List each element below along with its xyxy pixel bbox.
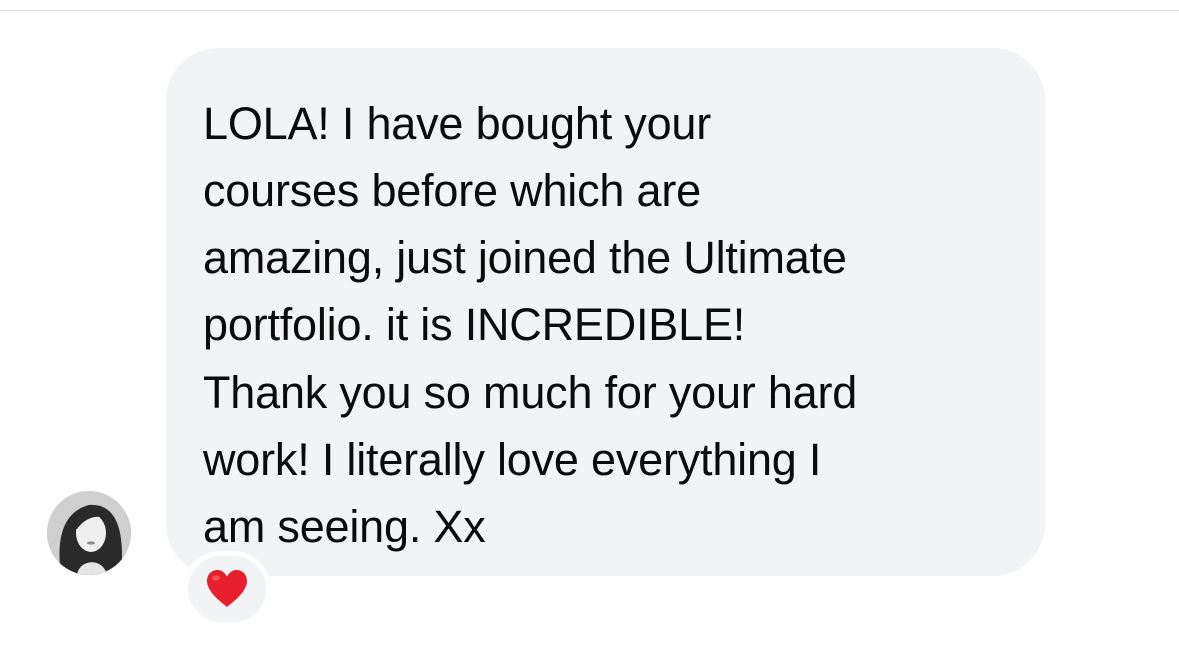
message-line: courses before which are <box>203 165 701 216</box>
message-bubble[interactable]: LOLA! I have bought your courses before … <box>166 48 1045 576</box>
message-line: LOLA! I have bought your <box>203 98 712 149</box>
message-line: Thank you so much for your hard <box>203 367 858 418</box>
message-paragraph-2: Thank you so much for your hard work! I … <box>203 359 1005 560</box>
message-line: portfolio. it is INCREDIBLE! <box>203 299 746 350</box>
message-paragraph-1: LOLA! I have bought your courses before … <box>203 90 1005 358</box>
message-line: am seeing. Xx <box>203 501 486 552</box>
top-divider <box>0 10 1179 11</box>
reaction-badge[interactable] <box>183 551 271 627</box>
message-line: work! I literally love everything I <box>203 434 822 485</box>
sender-avatar[interactable] <box>47 491 131 575</box>
avatar-photo-icon <box>47 491 131 575</box>
message-line: amazing, just joined the Ultimate <box>203 232 847 283</box>
heart-icon <box>207 570 247 607</box>
